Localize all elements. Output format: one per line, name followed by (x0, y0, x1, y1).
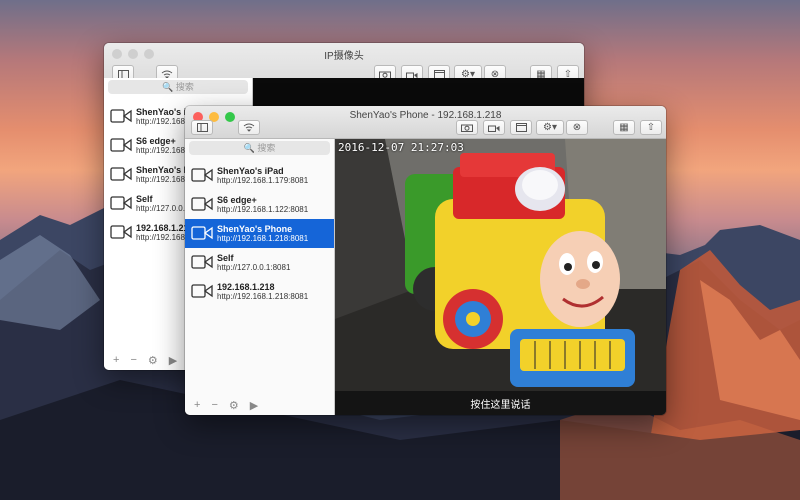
video-camera-icon (110, 109, 132, 123)
device-settings-button[interactable]: ⚙ (148, 354, 158, 367)
video-camera-icon (191, 284, 213, 298)
add-device-button[interactable]: + (113, 354, 119, 366)
record-button[interactable] (483, 120, 505, 135)
camera-icon (461, 124, 473, 132)
sidebar-bottom-bar: + − ⚙ ▶ (185, 395, 334, 415)
device-url: http://127.0.0.1:8081 (217, 263, 291, 272)
add-device-button[interactable]: + (194, 399, 200, 411)
qr-code-icon: ▦ (619, 122, 629, 133)
window-button[interactable] (510, 120, 532, 135)
remove-device-button[interactable]: − (211, 399, 217, 411)
share-button[interactable]: ⇧ (640, 120, 662, 135)
video-camera-icon (191, 168, 213, 182)
search-field[interactable]: 🔍 搜索 (108, 80, 248, 94)
front-window[interactable]: ShenYao's Phone - 192.168.1.218 ⚙▾ ⊗ ▦ ⇧… (185, 106, 666, 415)
gear-icon: ⚙▾ (543, 122, 557, 133)
remove-device-button[interactable]: − (130, 354, 136, 366)
device-item[interactable]: Self http://127.0.0.1:8081 (185, 248, 334, 277)
device-name: ShenYao's iPad (217, 166, 284, 176)
push-to-talk-button[interactable]: 按住这里说话 (335, 396, 666, 411)
device-item-selected[interactable]: ShenYao's Phone http://192.168.1.218:808… (185, 219, 334, 248)
device-item[interactable]: ShenYao's iPad http://192.168.1.179:8081 (185, 161, 334, 190)
qr-button[interactable]: ▦ (613, 120, 635, 135)
video-camera-icon (110, 196, 132, 210)
device-name: S6 edge+ (217, 195, 257, 205)
snapshot-button[interactable] (456, 120, 478, 135)
device-url: http://192.168.1.218:8081 (217, 292, 309, 301)
device-name: 192.168.1.218 (217, 282, 275, 292)
device-name: Self (217, 253, 234, 263)
window-title: IP摄像头 (324, 51, 364, 62)
video-camera-icon (110, 167, 132, 181)
video-camera-icon (191, 255, 213, 269)
video-timestamp: 2016-12-07 21:27:03 (338, 141, 464, 154)
video-camera-icon (191, 197, 213, 211)
sidebar-toggle-button[interactable] (191, 120, 213, 135)
device-item[interactable]: S6 edge+ http://192.168.1.122:8081 (185, 190, 334, 219)
video-camera-icon (191, 226, 213, 240)
play-button[interactable]: ▶ (250, 399, 258, 412)
device-url: http://192.168.1.179:8081 (217, 176, 309, 185)
camera-video-view[interactable]: 2016-12-07 21:27:03 按住这里说话 (335, 139, 666, 415)
share-icon: ⇧ (646, 122, 656, 133)
sidebar-icon (196, 123, 208, 132)
device-name: ShenYao's Phone (217, 224, 293, 234)
stop-button[interactable]: ⊗ (566, 120, 588, 135)
search-placeholder: 搜索 (257, 143, 276, 153)
video-record-icon (488, 125, 500, 132)
search-field[interactable]: 🔍 搜索 (189, 141, 330, 155)
search-placeholder: 搜索 (175, 82, 194, 92)
close-circle-icon: ⊗ (572, 122, 582, 133)
video-camera-icon (110, 225, 132, 239)
wifi-button[interactable] (238, 120, 260, 135)
settings-menu-button[interactable]: ⚙▾ (536, 120, 564, 135)
window-icon (515, 123, 527, 132)
device-sidebar: 🔍 搜索 ShenYao's iPad http://192.168.1.179… (185, 139, 335, 415)
device-item[interactable]: 192.168.1.218 http://192.168.1.218:8081 (185, 277, 334, 306)
play-button[interactable]: ▶ (169, 354, 177, 367)
wifi-icon (243, 123, 255, 132)
front-window-titlebar[interactable]: ShenYao's Phone - 192.168.1.218 ⚙▾ ⊗ ▦ ⇧ (185, 106, 666, 139)
device-url: http://192.168.1.122:8081 (217, 205, 309, 214)
camera-feed-image (335, 139, 666, 415)
video-camera-icon (110, 138, 132, 152)
device-url: http://192.168.1.218:8081 (217, 234, 309, 243)
device-settings-button[interactable]: ⚙ (229, 399, 239, 412)
